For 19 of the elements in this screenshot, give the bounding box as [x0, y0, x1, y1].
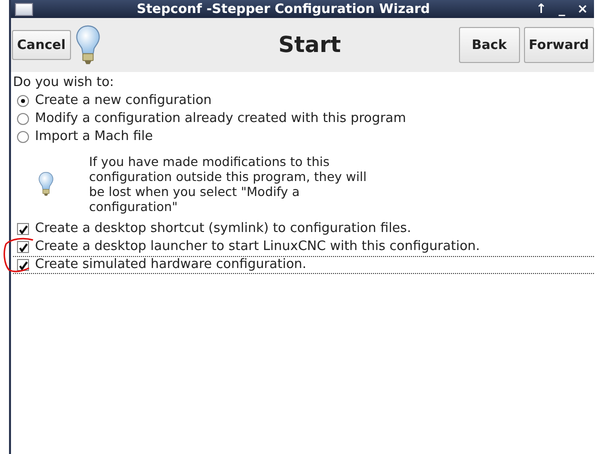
- window-title: Stepconf -Stepper Configuration Wizard: [136, 2, 431, 16]
- checkbox-label[interactable]: Create simulated hardware configuration.: [35, 257, 306, 273]
- option-label[interactable]: Create a new configuration: [35, 92, 212, 110]
- checkbox-row[interactable]: Create a desktop shortcut (symlink) to configuration files.: [13, 220, 594, 238]
- page-title: Start: [277, 32, 342, 58]
- checkbox-label[interactable]: Create a desktop shortcut (symlink) to configuration files.: [35, 221, 412, 237]
- option-label[interactable]: Modify a configuration already created with this program: [35, 110, 406, 128]
- checkbox-row[interactable]: Create a desktop launcher to start LinuxCNC with this configuration.: [13, 238, 594, 256]
- forward-button[interactable]: Forward: [524, 27, 594, 63]
- note-text: If you have made modifications to this configuration outside this program, they will be lost when you select "Modify a configuration": [89, 154, 368, 214]
- window-control[interactable]: _: [552, 2, 572, 16]
- checkbox-label[interactable]: Create a desktop launcher to start LinuxCNC with this configuration.: [35, 239, 480, 255]
- option-label[interactable]: Import a Mach file: [35, 128, 153, 146]
- cancel-button[interactable]: Cancel: [12, 30, 71, 60]
- window-control[interactable]: ×: [571, 2, 594, 16]
- focus-outline[interactable]: Create simulated hardware configuration.: [13, 256, 594, 274]
- prompt-text: Do you wish to:: [13, 74, 115, 92]
- window-control[interactable]: ↑: [530, 2, 553, 16]
- back-button[interactable]: Back: [458, 27, 520, 63]
